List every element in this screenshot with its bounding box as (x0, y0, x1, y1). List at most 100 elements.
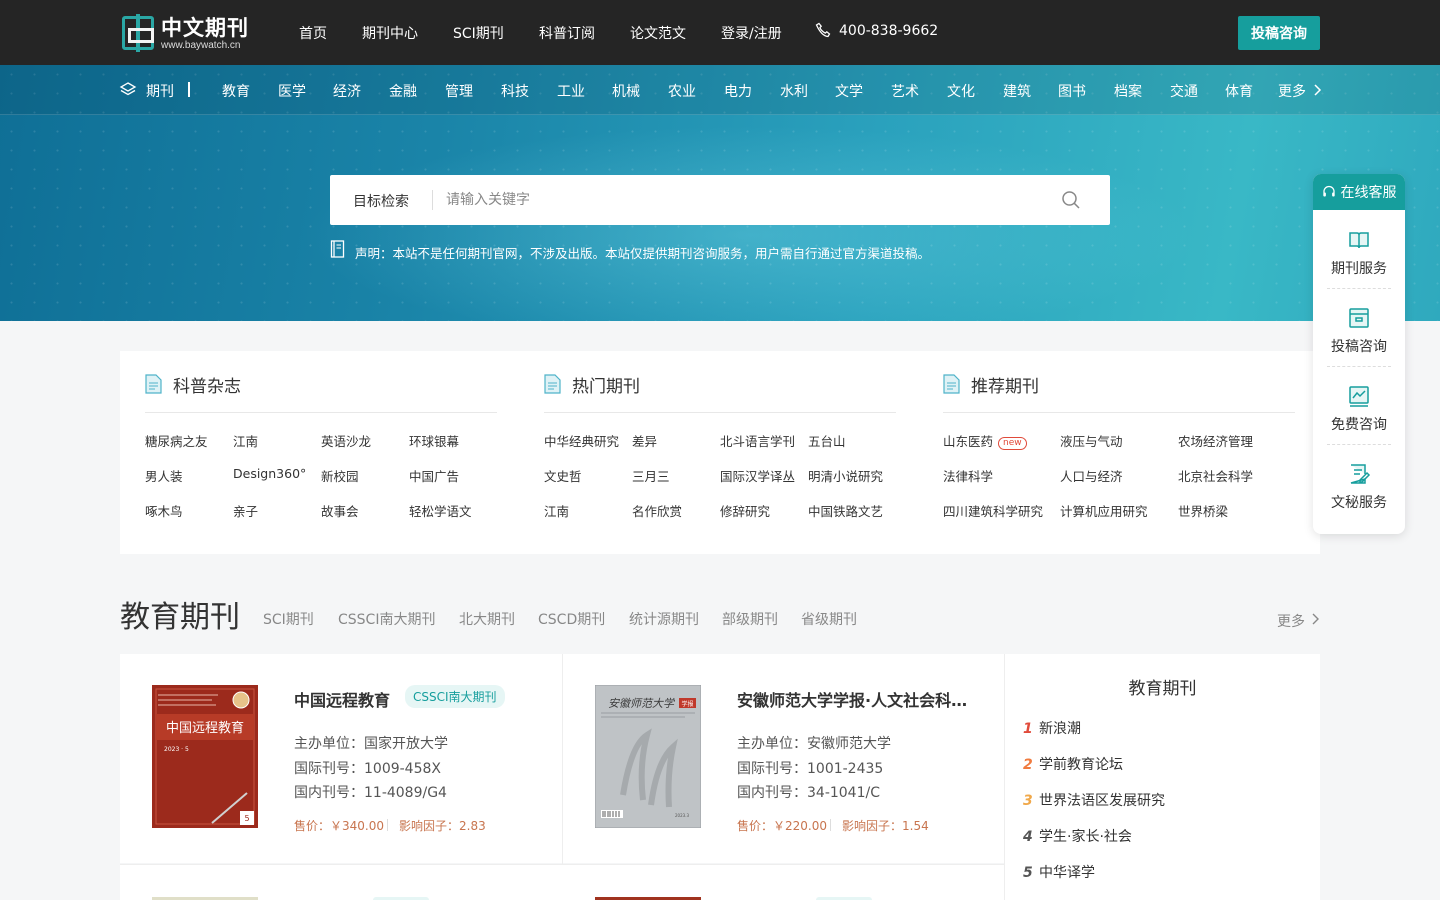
journal-link[interactable]: 差异 (632, 431, 657, 450)
logo-title: 中文期刊 (161, 15, 249, 40)
magazine-link[interactable]: 轻松学语文 (409, 501, 472, 520)
category-sports[interactable]: 体育 (1225, 81, 1253, 101)
tab-ministerial[interactable]: 部级期刊 (722, 609, 778, 629)
magazine-link[interactable]: 新校园 (321, 466, 359, 485)
top-bar: 中文期刊 www.baywatch.cn 首页 期刊中心 SCI期刊 科普订阅 … (0, 0, 1440, 65)
ranking-item[interactable]: 3 世界法语区发展研究 (1023, 790, 1165, 810)
journal-card[interactable]: 安徽师范大学 学报 2023.3 安徽师范大学学报·人文社会科学版 主办单位：安… (563, 654, 1005, 863)
category-technology[interactable]: 科技 (501, 81, 529, 101)
magazine-link[interactable]: 江南 (233, 431, 258, 450)
category-more[interactable]: 更多 (1278, 81, 1306, 101)
journal-link[interactable]: 五台山 (808, 431, 846, 450)
category-education[interactable]: 教育 (222, 81, 250, 101)
cover-title-text: 安徽师范大学 (608, 697, 676, 710)
category-archives[interactable]: 档案 (1114, 81, 1142, 101)
online-service-header[interactable]: 在线客服 (1313, 174, 1405, 210)
journal-link[interactable]: 计算机应用研究 (1060, 501, 1148, 520)
cover-title-text: 中国远程教育 (166, 720, 244, 736)
free-consult-button[interactable]: 免费咨询 (1327, 366, 1391, 444)
category-industry[interactable]: 工业 (557, 81, 585, 101)
journal-card[interactable]: 中国远程教育 2023 · 5 5 中国远程教育 CSSCI南大期刊 主办单位：… (120, 654, 562, 863)
journal-link[interactable]: 液压与气动 (1060, 431, 1123, 450)
search-scope[interactable]: 目标检索 (353, 191, 409, 211)
category-culture[interactable]: 文化 (947, 81, 975, 101)
magazine-link[interactable]: Design360° (233, 466, 306, 481)
new-badge: new (998, 437, 1027, 450)
journal-link[interactable]: 国际汉学译丛 (720, 466, 795, 485)
journal-link[interactable]: 修辞研究 (720, 501, 770, 520)
journal-link[interactable]: 三月三 (632, 466, 670, 485)
journal-cover-image[interactable]: 安徽师范大学 学报 2023.3 (595, 685, 701, 828)
nav-popular-science[interactable]: 科普订阅 (539, 23, 595, 43)
journal-link[interactable]: 人口与经济 (1060, 466, 1123, 485)
submission-consult-button[interactable]: 投稿咨询 (1238, 16, 1320, 50)
ranking-item[interactable]: 1 新浪潮 (1023, 718, 1081, 738)
logo-mark-icon (122, 14, 154, 52)
tab-cssci[interactable]: CSSCI南大期刊 (338, 609, 435, 629)
category-art[interactable]: 艺术 (891, 81, 919, 101)
magazine-link[interactable]: 亲子 (233, 501, 258, 520)
journal-title[interactable]: 安徽师范大学学报·人文社会科学版 (737, 687, 969, 711)
nav-login-register[interactable]: 登录/注册 (721, 23, 782, 43)
journal-link[interactable]: 名作欣赏 (632, 501, 682, 520)
journal-link[interactable]: 山东医药 new (943, 431, 1027, 450)
magazine-link[interactable]: 故事会 (321, 501, 359, 520)
journal-link[interactable]: 中国铁路文艺 (808, 501, 883, 520)
section-more-link[interactable]: 更多 (1277, 611, 1305, 631)
category-machinery[interactable]: 机械 (612, 81, 640, 101)
category-economy[interactable]: 经济 (333, 81, 361, 101)
journal-impact-factor: 影响因子：2.83 (399, 819, 486, 833)
category-water-conservancy[interactable]: 水利 (780, 81, 808, 101)
journal-link[interactable]: 文史哲 (544, 466, 582, 485)
tab-provincial[interactable]: 省级期刊 (801, 609, 857, 629)
nav-paper-samples[interactable]: 论文范文 (630, 23, 686, 43)
tab-cscd[interactable]: CSCD期刊 (538, 609, 605, 629)
journal-title[interactable]: 中国远程教育 (294, 687, 390, 711)
chevron-right-icon[interactable] (1312, 83, 1322, 97)
category-agriculture[interactable]: 农业 (668, 81, 696, 101)
ranking-item[interactable]: 2 学前教育论坛 (1023, 754, 1123, 774)
magazine-link[interactable]: 糖尿病之友 (145, 431, 208, 450)
category-medicine[interactable]: 医学 (278, 81, 306, 101)
secretary-service-button[interactable]: 文秘服务 (1327, 444, 1391, 522)
category-books[interactable]: 图书 (1058, 81, 1086, 101)
tab-sci[interactable]: SCI期刊 (263, 609, 314, 629)
journal-cover-image[interactable]: 中国远程教育 2023 · 5 5 (152, 685, 258, 828)
journal-link[interactable]: 北京社会科学 (1178, 466, 1253, 485)
ranking-item[interactable]: 4 学生·家长·社会 (1023, 826, 1132, 846)
journal-link[interactable]: 北斗语言学刊 (720, 431, 795, 450)
category-literature[interactable]: 文学 (835, 81, 863, 101)
category-transportation[interactable]: 交通 (1170, 81, 1198, 101)
document-icon (145, 374, 162, 394)
column-title: 推荐期刊 (971, 376, 1039, 397)
journal-service-button[interactable]: 期刊服务 (1327, 210, 1391, 288)
magazine-link[interactable]: 环球银幕 (409, 431, 459, 450)
site-logo[interactable]: 中文期刊 www.baywatch.cn (122, 14, 249, 52)
journal-link[interactable]: 明清小说研究 (808, 466, 883, 485)
category-electric-power[interactable]: 电力 (724, 81, 752, 101)
nav-home[interactable]: 首页 (299, 23, 327, 43)
magazine-link[interactable]: 中国广告 (409, 466, 459, 485)
category-architecture[interactable]: 建筑 (1003, 81, 1031, 101)
tab-statistical-source[interactable]: 统计源期刊 (629, 609, 699, 629)
magazine-link[interactable]: 英语沙龙 (321, 431, 371, 450)
search-input[interactable] (446, 187, 1006, 213)
search-icon[interactable] (1061, 190, 1081, 210)
rank-number: 3 (1023, 793, 1033, 809)
journal-link[interactable]: 中华经典研究 (544, 431, 619, 450)
journal-link[interactable]: 法律科学 (943, 466, 993, 485)
ranking-item[interactable]: 5 中华译学 (1023, 862, 1095, 882)
submission-consult-side-button[interactable]: 投稿咨询 (1327, 288, 1391, 366)
nav-journal-center[interactable]: 期刊中心 (362, 23, 418, 43)
journal-link[interactable]: 农场经济管理 (1178, 431, 1253, 450)
chevron-right-icon[interactable] (1311, 612, 1320, 626)
category-management[interactable]: 管理 (445, 81, 473, 101)
journal-link[interactable]: 四川建筑科学研究 (943, 501, 1043, 520)
category-finance[interactable]: 金融 (389, 81, 417, 101)
magazine-link[interactable]: 男人装 (145, 466, 183, 485)
journal-link[interactable]: 江南 (544, 501, 569, 520)
journal-link[interactable]: 世界桥梁 (1178, 501, 1228, 520)
tab-peking-core[interactable]: 北大期刊 (459, 609, 515, 629)
nav-sci[interactable]: SCI期刊 (453, 23, 504, 43)
magazine-link[interactable]: 啄木鸟 (145, 501, 183, 520)
